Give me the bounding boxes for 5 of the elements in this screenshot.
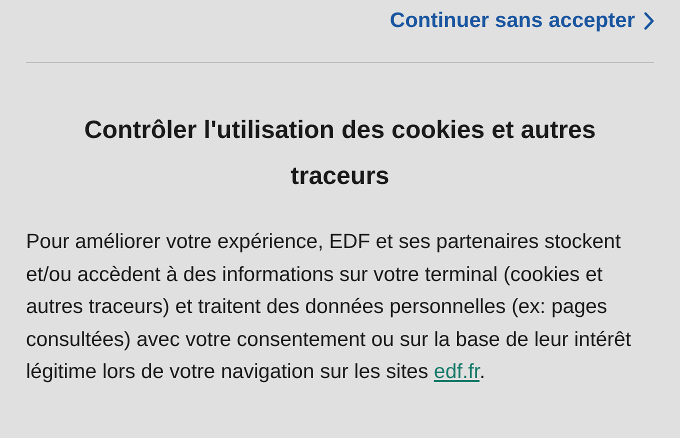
dialog-title: Contrôler l'utilisation des cookies et autres traceurs — [83, 115, 597, 192]
consent-paragraph: Pour améliorer votre expérience, EDF et ses partenaires stockent et/ou accèdent à des informations sur votre terminal (cookies et autres traceurs) et traitent des données personnelles (ex: pages consultées) avec votre consentement ou sur la base de leur intérêt légitime lors de votre navigation sur les sites edf.fr. — [26, 229, 632, 385]
site-link[interactable]: edf.fr — [434, 360, 480, 383]
continue-without-accepting-link[interactable]: Continuer sans accepter — [390, 7, 654, 35]
chevron-right-icon — [644, 12, 654, 30]
